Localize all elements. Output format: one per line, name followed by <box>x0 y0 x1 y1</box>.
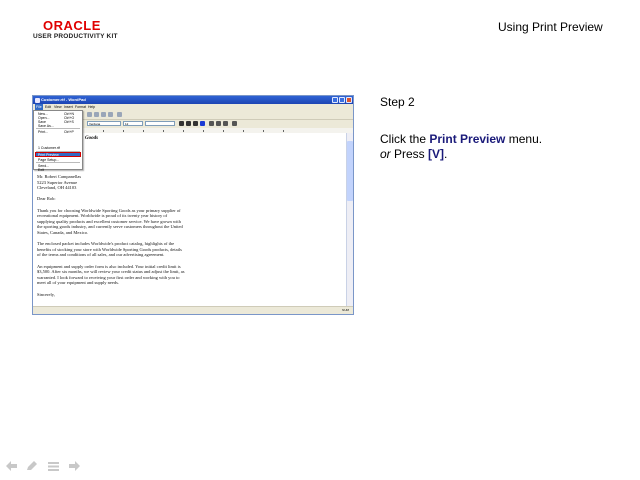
file-menu-item[interactable]: Print Preview <box>38 153 59 157</box>
document-line: Sincerely, <box>37 291 55 297</box>
shortcut-key: [V] <box>428 147 445 161</box>
document-line: Cleveland, OH 44103 <box>37 185 77 191</box>
underline-icon <box>193 121 198 126</box>
font-size-box: 12 <box>123 121 143 126</box>
document-line: recreational equipment. Worldwide is pro… <box>37 213 168 219</box>
align-right-icon <box>223 121 228 126</box>
document-line: An equipment and supply order form is al… <box>37 263 181 269</box>
instr-text: Click the <box>380 132 430 146</box>
forward-arrow-icon[interactable] <box>68 461 81 471</box>
undo-icon <box>108 112 113 117</box>
instruction-text: Click the Print Preview menu. or Press [… <box>380 132 542 162</box>
copy-icon <box>94 112 99 117</box>
document-line: warranted. I look forward to receiving y… <box>37 274 180 280</box>
italic-icon <box>186 121 191 126</box>
document-line: benefits of stocking your store with Wor… <box>37 246 182 252</box>
document-line: Thank you for choosing Worldwide Sportin… <box>37 207 181 213</box>
document-line: meet all of your equipment and supply ne… <box>37 280 119 286</box>
document-line: $3,500. After six months, we will review… <box>37 269 185 275</box>
period-text: . <box>444 147 448 161</box>
press-text: Press <box>390 147 429 161</box>
cut-icon <box>87 112 92 117</box>
document-line: the sporting goods industry, and current… <box>37 224 183 230</box>
status-bar: NUM <box>33 306 353 314</box>
window-titlebar: Customer.rtf - WordPad <box>33 96 353 104</box>
align-left-icon <box>209 121 214 126</box>
document-line: Mr. Robert Campanellas <box>37 174 82 179</box>
wordpad-icon <box>35 97 40 103</box>
document-line: 5223 Superior Avenue <box>37 179 78 185</box>
script-box <box>145 121 175 126</box>
print-preview-menu-name: Print Preview <box>429 132 506 146</box>
document-heading: Goods <box>85 136 99 141</box>
document-line: Dear Rob: <box>37 196 56 202</box>
brand-name: ORACLE <box>43 18 101 33</box>
file-menu-item[interactable]: 1 Customer.rtf <box>38 146 60 150</box>
file-menu-item[interactable]: Print... <box>38 130 48 134</box>
document-line: States, Canada, and Mexico. <box>37 230 89 235</box>
file-menu-item[interactable]: Exit <box>38 168 44 172</box>
close-icon <box>346 97 352 103</box>
font-name-box: Verdana <box>87 121 121 126</box>
vertical-scrollbar <box>346 133 353 307</box>
document-line: supplying quality products and excellent… <box>37 218 181 224</box>
oracle-logo: ORACLE USER PRODUCTIVITY KIT <box>33 19 118 41</box>
wordpad-screenshot: Customer.rtf - WordPad File Edit View In… <box>32 95 354 315</box>
align-center-icon <box>216 121 221 126</box>
file-menu-shortcut: Ctrl+P <box>64 130 74 134</box>
maximize-icon <box>339 97 345 103</box>
back-arrow-icon[interactable] <box>5 461 18 471</box>
file-menu-dropdown: New... Ctrl+N Open... Ctrl+O Save Ctrl+S Save … <box>33 110 83 172</box>
bullets-icon <box>232 121 237 126</box>
minimize-icon <box>332 97 338 103</box>
window-title: Customer.rtf - WordPad <box>41 97 86 102</box>
color-icon <box>200 121 205 126</box>
document-line: The enclosed packet includes Worldwide's… <box>37 241 175 247</box>
pen-icon[interactable] <box>26 461 38 471</box>
bold-icon <box>179 121 184 126</box>
product-name: USER PRODUCTIVITY KIT <box>33 33 118 40</box>
insert-object-icon <box>117 112 122 117</box>
or-text: or <box>380 147 391 161</box>
file-menu-shortcut: Ctrl+S <box>64 120 74 124</box>
menu-icon[interactable] <box>48 461 59 471</box>
paste-icon <box>101 112 106 117</box>
instr-text-end: menu. <box>505 132 543 146</box>
step-label: Step 2 <box>380 95 415 109</box>
document-line: of the terms and conditions of all sales… <box>37 252 165 258</box>
page-title: Using Print Preview <box>498 20 603 34</box>
num-lock-indicator: NUM <box>342 308 349 312</box>
